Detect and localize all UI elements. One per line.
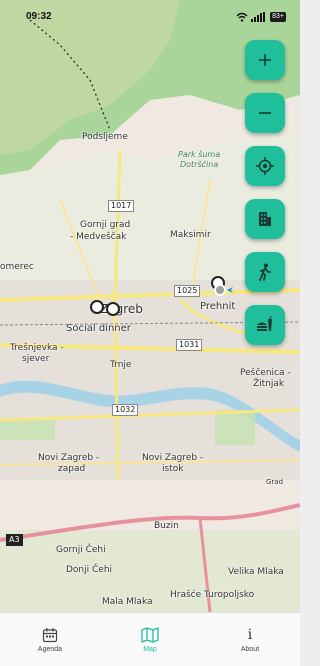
calendar-icon — [42, 627, 58, 642]
signal-icon — [251, 12, 266, 22]
road-shield: 1031 — [176, 339, 203, 351]
map-label-medvescak: - Medveščak — [70, 232, 127, 242]
map-label-nz-istok-1: Novi Zagreb - — [142, 453, 204, 463]
map-label-dotrscina: Dotršćina — [180, 160, 219, 169]
road-shield: A3 — [6, 534, 23, 546]
map-label-nz-zapad-1: Novi Zagreb - — [38, 453, 100, 463]
map-label-sjever: sjever — [22, 354, 50, 364]
map-icon — [141, 626, 159, 643]
food-icon — [257, 316, 272, 331]
map-label-velika-mlaka: Velika Mlaka — [228, 567, 284, 577]
road-shield: 1025 — [174, 285, 201, 297]
map-label-podsljeme: Podsljeme — [82, 132, 128, 142]
status-time: 09:32 — [26, 11, 52, 22]
status-bar: 09:32 83+ — [0, 0, 300, 26]
map-label-zitnjak: Žitnjak — [253, 379, 285, 389]
map-label-gradska: Grad — [266, 478, 284, 486]
buildings-button[interactable] — [245, 199, 285, 239]
map-label-prehnit: Prehnit — [200, 301, 236, 312]
map-label-park-suma: Park šuma — [178, 150, 221, 159]
zoom-out-button[interactable] — [245, 93, 285, 133]
building-icon — [259, 212, 271, 226]
zoom-in-button[interactable] — [245, 40, 285, 80]
nav-label-about: About — [240, 645, 260, 653]
info-icon: i — [247, 626, 253, 643]
walking-icon — [259, 263, 271, 281]
map-label-social-dinner: Social dinner — [66, 323, 131, 334]
map-label-gornji-grad: Gornji grad — [80, 220, 131, 230]
map-label-gornji-cehi: Gornji Čehi — [56, 545, 106, 555]
nav-tab-about[interactable]: i About — [200, 613, 300, 666]
walk-button[interactable] — [245, 252, 285, 292]
map-label-nz-zapad-2: zapad — [58, 464, 86, 474]
map-label-pescenica: Peščenica - — [240, 368, 291, 378]
crosshair-icon — [256, 157, 274, 175]
map-label-mala-mlaka: Mala Mlaka — [102, 597, 153, 607]
map-label-omerec: omerec — [0, 262, 34, 272]
minus-icon — [259, 112, 271, 114]
nav-label-map: Map — [143, 645, 157, 653]
event-marker[interactable] — [106, 302, 120, 316]
road-shield: 1017 — [108, 200, 135, 212]
map-label-trnje: Trnje — [110, 360, 132, 370]
road-shield: 1032 — [112, 404, 139, 416]
nav-label-agenda: Agenda — [37, 645, 63, 653]
map-label-nz-istok-2: istok — [162, 464, 184, 474]
map-label-tresnjevka: Trešnjevka - — [10, 343, 64, 353]
locate-button[interactable] — [245, 146, 285, 186]
nav-tab-map[interactable]: Map — [100, 613, 200, 666]
map-label-maksimir: Maksimir — [170, 230, 211, 240]
plus-icon — [259, 54, 271, 66]
nav-tab-agenda[interactable]: Agenda — [0, 613, 100, 666]
food-button[interactable] — [245, 305, 285, 345]
map-label-hrasce: Hrašće Turopoljsko — [170, 590, 255, 600]
map-label-buzin: Buzin — [154, 521, 179, 531]
bottom-navigation: Agenda Map i About — [0, 612, 300, 666]
user-location-icon — [214, 284, 233, 296]
wifi-icon — [236, 12, 248, 22]
map-label-donji-cehi: Donji Čehi — [66, 565, 113, 575]
event-marker-social-dinner[interactable] — [90, 300, 104, 314]
battery-indicator: 83+ — [270, 12, 286, 22]
